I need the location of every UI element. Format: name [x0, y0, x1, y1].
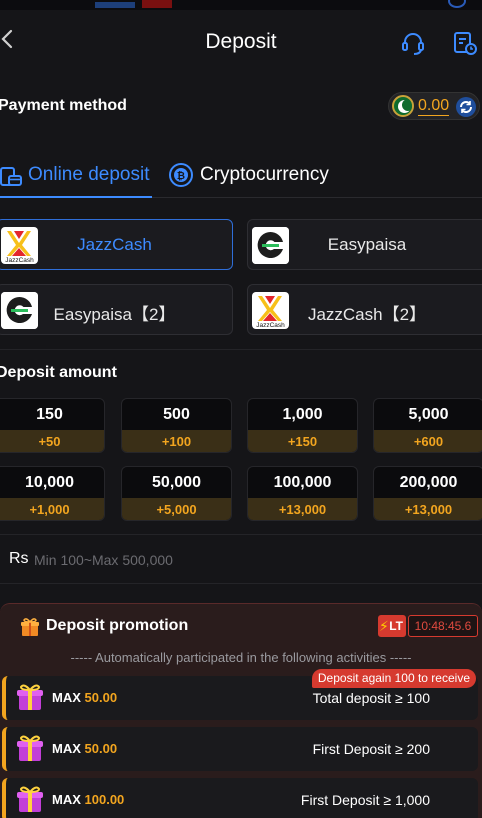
currency-label: Rs	[9, 550, 29, 567]
amount-value: 150	[36, 406, 63, 423]
crypto-coin-icon: ₿	[169, 162, 193, 187]
amount-bonus: +5,000	[122, 498, 231, 520]
promotion-item[interactable]: MAX 100.00 First Deposit ≥ 1,000	[2, 778, 478, 818]
auto-participation-note: ----- Automatically participated in the …	[70, 650, 412, 665]
amount-bonus: +150	[248, 430, 357, 452]
deposit-amount-input[interactable]	[34, 547, 464, 573]
amount-value: 10,000	[25, 474, 74, 491]
amount-value: 5,000	[408, 406, 449, 423]
deposit-amount-label: Deposit amount	[0, 364, 117, 381]
tab-cryptocurrency-label: Cryptocurrency	[200, 163, 329, 185]
deposit-tabs: Online deposit ₿ Cryptocurrency	[0, 152, 482, 198]
deposit-records-icon[interactable]	[452, 30, 478, 56]
amount-option[interactable]: 5,000 +600	[373, 398, 482, 453]
countdown-timer: 10:48:45.6	[408, 615, 478, 637]
refresh-icon[interactable]	[455, 96, 477, 118]
method-label: Easypaisa【2】	[53, 305, 176, 324]
amount-option[interactable]: 10,000 +1,000	[0, 466, 105, 521]
promotion-item[interactable]: MAX 50.00 First Deposit ≥ 200	[2, 727, 478, 771]
promotion-max: MAX 100.00	[52, 792, 125, 807]
promotion-condition: Total deposit ≥ 100	[312, 690, 430, 706]
gift-box-icon	[15, 784, 45, 818]
promotion-condition: First Deposit ≥ 1,000	[300, 792, 430, 808]
amount-option[interactable]: 150 +50	[0, 398, 105, 453]
method-easypaisa-2[interactable]: Easypaisa【2】	[0, 284, 233, 335]
amount-bonus: +13,000	[374, 498, 482, 520]
method-jazzcash-2[interactable]: JazzCash JazzCash【2】	[247, 284, 482, 335]
amount-option[interactable]: 500 +100	[121, 398, 232, 453]
method-easypaisa[interactable]: Easypaisa	[247, 219, 482, 270]
method-label: JazzCash	[77, 235, 152, 254]
active-tab-indicator	[0, 196, 152, 198]
payment-method-row: Payment method 0.00	[0, 88, 482, 124]
amount-value: 500	[163, 406, 190, 423]
divider	[0, 349, 482, 350]
amount-value: 200,000	[399, 474, 458, 491]
amount-bonus: +100	[122, 430, 231, 452]
top-status-strip	[0, 0, 482, 10]
payment-method-label: Payment method	[0, 97, 127, 114]
amount-value: 100,000	[273, 474, 332, 491]
gift-box-icon	[15, 682, 45, 717]
svg-text:JazzCash: JazzCash	[5, 257, 34, 264]
amount-bonus: +600	[374, 430, 482, 452]
lt-badge: ⚡ LT	[378, 615, 406, 637]
deposit-again-tag: Deposit again 100 to receive	[311, 669, 476, 688]
amount-value: 1,000	[282, 406, 323, 423]
header: Deposit	[0, 10, 482, 74]
promotion-timer: ⚡ LT 10:48:45.6	[378, 615, 478, 637]
online-deposit-icon	[0, 166, 22, 186]
svg-text:₿: ₿	[177, 170, 185, 182]
amount-input-row: Rs	[0, 534, 482, 584]
customer-support-icon[interactable]	[400, 30, 426, 56]
strip-decoration	[95, 2, 135, 8]
promotion-title: Deposit promotion	[46, 617, 189, 634]
tab-cryptocurrency[interactable]: ₿ Cryptocurrency	[168, 152, 329, 197]
gift-icon	[20, 617, 40, 642]
amount-bonus: +50	[0, 430, 104, 452]
amount-option[interactable]: 1,000 +150	[247, 398, 358, 453]
lightning-icon: ⚡	[379, 618, 389, 634]
method-label: JazzCash【2】	[307, 305, 427, 324]
amount-bonus: +13,000	[248, 498, 357, 520]
balance-value: 0.00	[418, 97, 450, 116]
promotion-condition: First Deposit ≥ 200	[312, 741, 430, 757]
deposit-promotion: Deposit promotion ⚡ LT 10:48:45.6 ----- A…	[0, 603, 482, 818]
tab-online-deposit[interactable]: Online deposit	[0, 152, 149, 197]
strip-decoration	[142, 0, 172, 8]
promotion-max: MAX 50.00	[52, 690, 118, 705]
amount-option[interactable]: 50,000 +5,000	[121, 466, 232, 521]
strip-avatar-icon	[448, 0, 466, 8]
gift-box-icon	[15, 733, 45, 768]
balance-pill: 0.00	[388, 92, 480, 120]
amount-option[interactable]: 200,000 +13,000	[373, 466, 482, 521]
amount-bonus: +1,000	[0, 498, 104, 520]
amount-value: 50,000	[152, 474, 201, 491]
promotion-item[interactable]: MAX 50.00 Total deposit ≥ 100 Deposit ag…	[2, 669, 478, 720]
promotion-max: MAX 50.00	[52, 741, 118, 756]
method-label: Easypaisa	[327, 235, 407, 254]
amount-option[interactable]: 100,000 +13,000	[247, 466, 358, 521]
tab-online-deposit-label: Online deposit	[28, 163, 150, 185]
pakistan-flag-icon	[392, 95, 414, 117]
method-jazzcash[interactable]: JazzCash JazzCash	[0, 219, 233, 270]
